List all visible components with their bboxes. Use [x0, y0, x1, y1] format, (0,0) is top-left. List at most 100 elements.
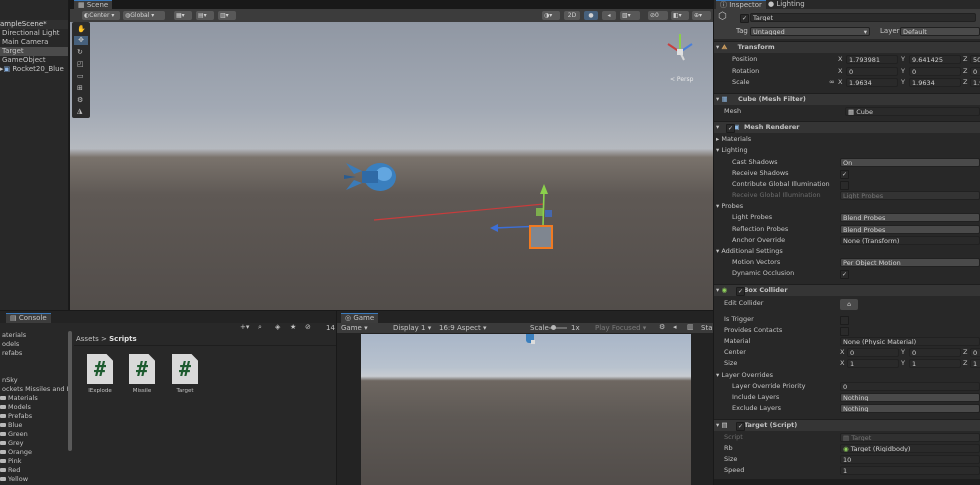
transform-header[interactable]: ▾ ⟁ Transform — [714, 41, 980, 53]
rotation-z[interactable]: 0 — [970, 67, 980, 76]
tree-item-prefabs[interactable]: Prefabs — [0, 412, 32, 421]
include-layers-dropdown[interactable]: Nothing — [840, 393, 980, 402]
grid-visibility-button[interactable]: ▥▾ — [218, 11, 236, 20]
tree-item-models[interactable]: Models — [0, 403, 31, 412]
script-field[interactable]: ▤ Target — [840, 433, 980, 442]
scale-y[interactable]: 1.9634 — [909, 78, 961, 87]
scene-camera-button[interactable]: ◧▾ — [671, 11, 689, 20]
anchor-override-field[interactable]: None (Transform) — [840, 236, 980, 245]
reflection-probes-dropdown[interactable]: Blend Probes — [840, 225, 980, 234]
stats-icon[interactable]: ▥ — [687, 323, 694, 332]
is-trigger-checkbox[interactable] — [840, 316, 849, 325]
game-viewport[interactable] — [361, 334, 691, 485]
tree-item-blue[interactable]: Blue — [0, 421, 22, 430]
link-icon[interactable]: ∞ — [829, 78, 835, 87]
draw-mode-button[interactable]: ◑▾ — [542, 11, 560, 20]
tree-item-pink[interactable]: Pink — [0, 457, 21, 466]
audio-toggle[interactable]: ◂ — [602, 11, 616, 20]
tree-item-orange[interactable]: Orange — [0, 448, 32, 457]
toggle-2d-button[interactable]: 2D — [564, 11, 580, 20]
probes-row[interactable]: ▾ Probes — [714, 201, 980, 212]
asset-target-script[interactable]: # Target — [170, 354, 200, 394]
move-tool-icon[interactable]: ✥ — [74, 36, 88, 45]
target-cube[interactable] — [529, 225, 553, 249]
asset-missile-script[interactable]: # Missile — [127, 354, 157, 394]
position-x[interactable]: 1.793981 — [846, 55, 898, 64]
mesh-filter-header[interactable]: ▾ ▦ Cube (Mesh Filter) — [714, 93, 980, 105]
size-z[interactable]: 1 — [970, 359, 980, 368]
edit-collider-button[interactable]: ⌂ — [840, 299, 858, 310]
rotation-y[interactable]: 0 — [909, 67, 961, 76]
tab-lighting[interactable]: ● Lighting — [764, 0, 809, 9]
move-gizmo[interactable] — [370, 182, 570, 282]
tag-dropdown[interactable]: Untagged ▾ — [750, 27, 870, 36]
hidden-objects-toggle[interactable]: ⊘0 — [648, 11, 668, 20]
rotation-x[interactable]: 0 — [846, 67, 898, 76]
scale-slider[interactable] — [549, 325, 567, 330]
stats-button[interactable]: Sta — [701, 323, 712, 333]
gizmo-x-handle[interactable] — [373, 203, 545, 221]
box-collider-header[interactable]: ▾ ◉ ✓ Box Collider — [714, 284, 980, 296]
filter-icon[interactable]: ◈ — [275, 323, 280, 332]
size-x[interactable]: 1 — [847, 359, 899, 368]
cast-shadows-dropdown[interactable]: On — [840, 158, 980, 167]
game-view-dropdown[interactable]: Game ▾ — [341, 323, 368, 333]
active-checkbox[interactable]: ✓ — [740, 14, 749, 23]
display-dropdown[interactable]: Display 1 ▾ — [393, 323, 431, 333]
hand-tool-icon[interactable]: ✋ — [77, 25, 86, 34]
tree-item[interactable]: odels — [2, 340, 19, 349]
rotate-tool-icon[interactable]: ↻ — [77, 48, 83, 57]
tree-scrollbar[interactable] — [68, 331, 72, 451]
box-collider-enabled[interactable]: ✓ — [736, 287, 745, 296]
tree-item[interactable]: refabs — [2, 349, 22, 358]
tab-console[interactable]: ▤ Console — [6, 313, 51, 323]
tree-item-materials[interactable]: Materials — [0, 394, 38, 403]
target-script-header[interactable]: ▾ ▤ ✓ Target (Script) — [714, 419, 980, 431]
contribute-gi-checkbox[interactable] — [840, 181, 849, 190]
star-icon[interactable]: ★ — [290, 323, 296, 332]
speed-field[interactable]: 1 — [840, 466, 980, 475]
receive-shadows-checkbox[interactable]: ✓ — [840, 170, 849, 179]
override-priority-field[interactable]: 0 — [840, 382, 980, 391]
center-x[interactable]: 0 — [847, 348, 899, 357]
tree-item-grey[interactable]: Grey — [0, 439, 23, 448]
scene-viewport[interactable]: ✋ ✥ ↻ ◰ ▭ ⊞ ⚙ ◮ < Persp — [70, 22, 713, 310]
size-y[interactable]: 1 — [909, 359, 961, 368]
additional-settings-row[interactable]: ▾ Additional Settings — [714, 246, 980, 257]
hierarchy-item-rocket[interactable]: ▸▣ Rocket20_Blue — [0, 65, 64, 74]
center-y[interactable]: 0 — [909, 348, 961, 357]
mesh-renderer-enabled[interactable]: ✓ — [726, 124, 735, 133]
play-mode-dropdown[interactable]: Play Focused ▾ — [595, 323, 646, 333]
position-z[interactable]: 50. — [970, 55, 980, 64]
tree-item-yellow[interactable]: Yellow — [0, 475, 28, 484]
tab-game[interactable]: ◎ Game — [341, 313, 379, 323]
layer-dropdown[interactable]: Default — [900, 27, 980, 36]
tree-item-green[interactable]: Green — [0, 430, 28, 439]
eye-slash-icon[interactable]: ⊘ — [305, 323, 311, 332]
hierarchy-item-target[interactable]: Target — [0, 47, 69, 56]
physic-material-field[interactable]: None (Physic Material) — [840, 337, 980, 346]
scale-x[interactable]: 1.9634 — [846, 78, 898, 87]
rb-field[interactable]: ◉ Target (Rigidbody) — [840, 444, 980, 453]
receive-gi-dropdown[interactable]: Light Probes — [840, 191, 980, 200]
exclude-layers-dropdown[interactable]: Nothing — [840, 404, 980, 413]
layer-overrides-row[interactable]: ▾ Layer Overrides — [714, 370, 980, 381]
mesh-field[interactable]: ▦ Cube — [845, 107, 980, 116]
lighting-row[interactable]: ▾ Lighting — [714, 145, 980, 156]
transform-tool-icon[interactable]: ⊞ — [77, 84, 83, 93]
hierarchy-item-main-camera[interactable]: Main Camera — [2, 38, 48, 47]
scale-tool-icon[interactable]: ◰ — [77, 60, 84, 69]
center-z[interactable]: 0 — [970, 348, 980, 357]
rect-tool-icon[interactable]: ▭ — [77, 72, 84, 81]
search-icon[interactable]: ⌕ — [258, 323, 262, 332]
scale-slider-thumb[interactable] — [551, 325, 556, 330]
object-name-field[interactable]: Target — [750, 13, 976, 22]
mesh-renderer-header[interactable]: ▾ ✓ ▣ Mesh Renderer — [714, 121, 980, 133]
tree-item[interactable]: ockets Missiles and Bo — [2, 385, 70, 394]
effects-toggle[interactable]: ▧▾ — [620, 11, 640, 20]
custom-tool-icon[interactable]: ⚙ — [77, 96, 83, 105]
plus-icon[interactable]: +▾ — [240, 323, 249, 332]
pivot-dropdown[interactable]: ◐Center ▾ — [82, 11, 120, 20]
tree-item-red[interactable]: Red — [0, 466, 20, 475]
tree-item[interactable]: aterials — [2, 331, 26, 340]
